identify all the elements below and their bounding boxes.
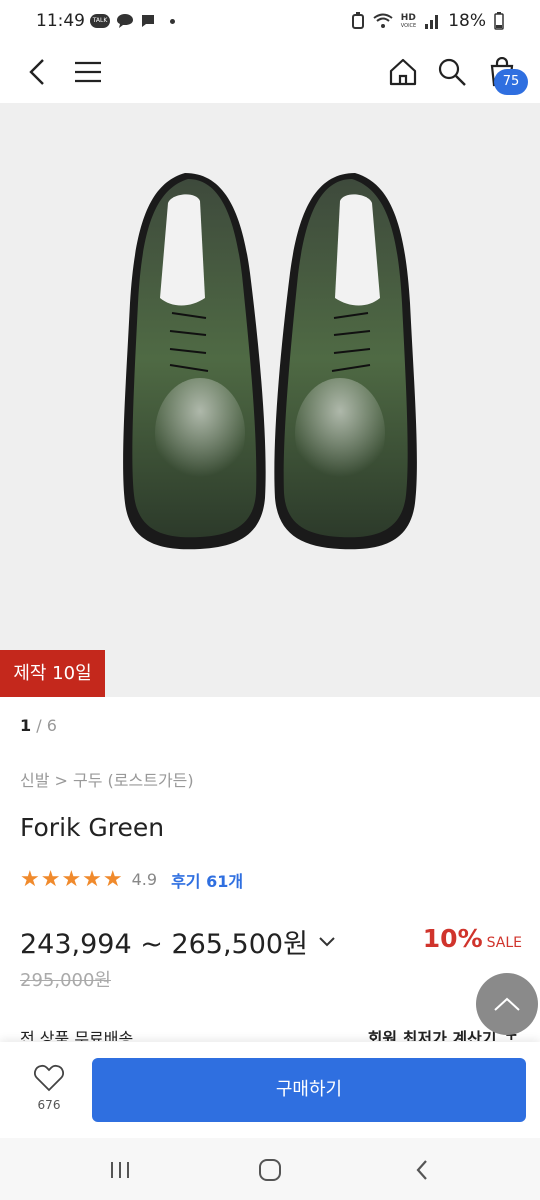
product-title: Forik Green	[20, 813, 165, 842]
signal-icon	[425, 15, 439, 29]
chevron-up-icon	[494, 997, 520, 1011]
original-price: 295,000원	[20, 970, 111, 991]
discount-percent: 10%	[422, 924, 483, 953]
menu-button[interactable]	[68, 52, 108, 92]
pager-current: 1	[20, 716, 32, 735]
left-shoe	[123, 173, 266, 550]
product-image[interactable]	[0, 103, 540, 697]
like-button[interactable]: 676	[28, 1064, 70, 1112]
like-count: 676	[37, 1098, 61, 1112]
network-indicator: HD VOICE	[400, 12, 417, 29]
rating-score: 4.9	[131, 870, 158, 889]
right-shoe	[274, 173, 417, 550]
production-days-badge: 제작 10일	[0, 650, 105, 697]
price-range: 243,994 ~ 265,500원	[20, 929, 308, 960]
breadcrumb[interactable]: 신발 > 구두 (로스트가든)	[20, 767, 194, 791]
home-circle-icon	[259, 1159, 281, 1181]
wifi-icon	[373, 13, 393, 28]
message-icon	[142, 15, 154, 27]
chevron-left-icon	[29, 59, 44, 85]
recent-apps-button[interactable]	[106, 1156, 134, 1184]
shoes-image	[123, 173, 417, 550]
discount: 10% SALE	[423, 924, 522, 953]
kakaotalk-icon: TALK	[90, 14, 110, 28]
status-notifications: TALK	[90, 13, 175, 29]
sale-label: SALE	[486, 935, 522, 951]
image-pager: 1 / 6	[20, 716, 57, 735]
home-button[interactable]	[383, 52, 423, 92]
status-right: HD VOICE 18%	[351, 11, 504, 31]
chat-bubble-icon	[117, 14, 133, 28]
status-time: 11:49	[36, 11, 85, 31]
home-system-button[interactable]	[256, 1156, 284, 1184]
recent-apps-icon	[111, 1162, 129, 1178]
search-icon	[438, 58, 466, 86]
heart-icon	[34, 1064, 64, 1092]
system-nav-bar	[0, 1138, 540, 1200]
member-price-label: 회원 최저가 계산기	[367, 1029, 497, 1041]
more-notifications-dot	[170, 18, 175, 24]
free-shipping-text: 전 상품 무료배송	[20, 1029, 134, 1041]
home-icon	[389, 58, 417, 86]
back-arrow-icon	[416, 1160, 427, 1180]
hamburger-icon	[75, 61, 101, 83]
chevron-down-icon	[319, 936, 335, 946]
scroll-to-top-button[interactable]	[476, 973, 538, 1035]
rating-row: ★★★★★ 4.9 후기 61개	[20, 867, 243, 892]
reviews-link[interactable]: 후기 61개	[171, 868, 243, 892]
battery-icon	[494, 12, 504, 30]
rating-stars-icon: ★★★★★	[20, 867, 124, 892]
system-back-button[interactable]	[408, 1156, 436, 1184]
alarm-icon	[351, 12, 364, 29]
bottom-action-bar: 676 구매하기	[0, 1042, 540, 1138]
pager-total: / 6	[36, 716, 57, 735]
battery-percent: 18%	[448, 11, 486, 31]
back-button[interactable]	[18, 52, 58, 92]
buy-button[interactable]: 구매하기	[92, 1058, 526, 1122]
search-button[interactable]	[432, 52, 472, 92]
top-nav	[0, 44, 540, 102]
price-range-selector[interactable]: 243,994 ~ 265,500원	[20, 922, 336, 961]
status-bar: 11:49 TALK HD VOICE 18%	[0, 0, 540, 44]
cart-count-badge: 75	[494, 69, 528, 95]
